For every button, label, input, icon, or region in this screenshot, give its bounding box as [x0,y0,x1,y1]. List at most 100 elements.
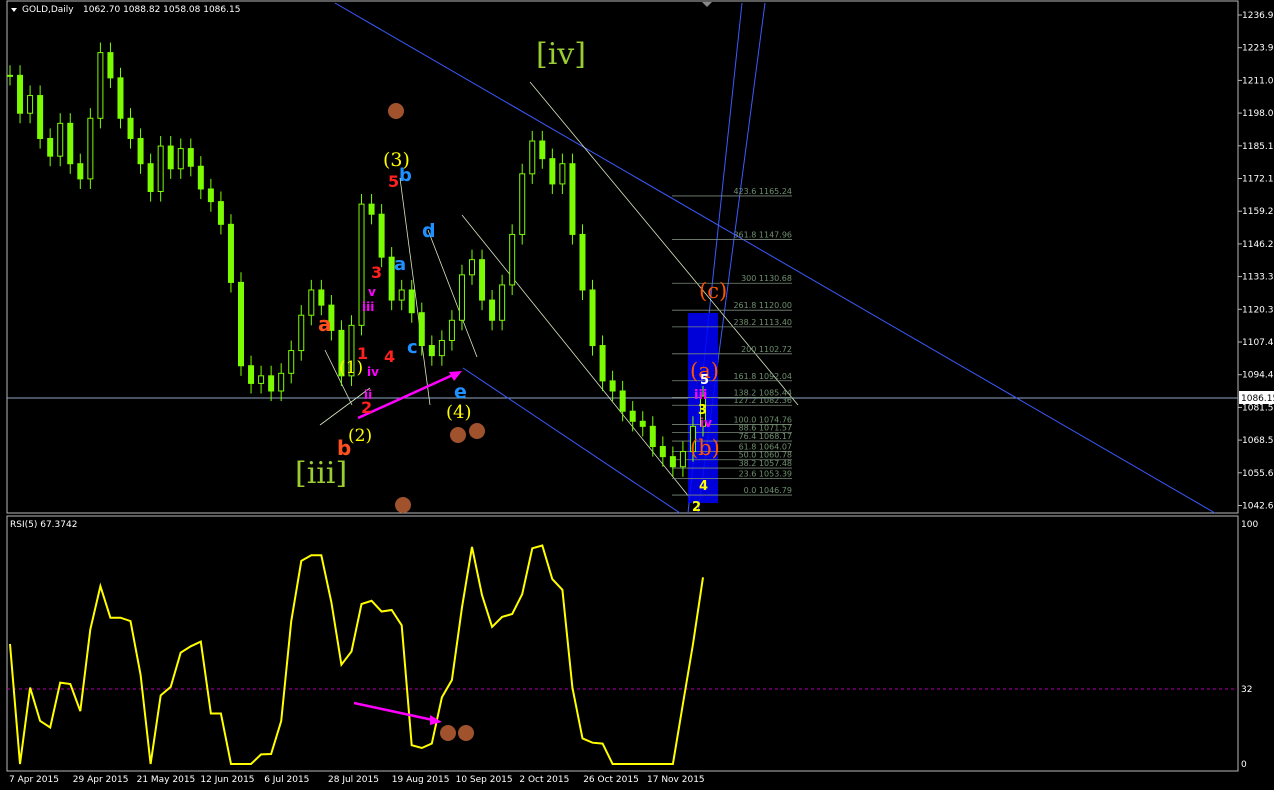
candle-body [428,345,435,357]
candle-body [659,446,666,458]
candle-body [519,173,526,235]
label-iii-magenta: iii [362,300,374,314]
label-a-blue: a [394,254,406,275]
rsi-axis-100: 100 [1241,520,1258,530]
label-iv-magenta: iv [367,365,379,379]
candle-body [579,233,586,291]
scroll-marker-icon[interactable] [702,2,712,7]
price-tick-label: 1133.30 [1242,273,1274,283]
date-tick-label: 12 Jun 2015 [200,775,254,785]
fib-level-label: 23.6 1053.39 [739,469,792,478]
label-a-red: a [318,312,332,336]
candle-body [448,319,455,341]
candle-body [549,158,556,185]
rsi-axis-32: 32 [1241,685,1252,695]
fib-level-label: 423.6 1165.24 [733,187,792,196]
fib-level-label: 261.8 1120.00 [733,301,792,310]
chart-canvas[interactable]: 1236.90 1223.95 1211.00 1198.05 1185.10 1172.… [0,0,1274,790]
price-tick-label: 1055.60 [1242,469,1274,479]
price-candles [7,42,706,477]
price-tick-label: 1159.20 [1242,207,1274,217]
price-axis: 1236.90 1223.95 1211.00 1198.05 1185.10 1172.… [1238,11,1274,512]
candle-body [227,223,234,283]
candle-body [298,314,305,352]
date-axis: 7 Apr 2015 29 Apr 2015 21 May 2015 12 Jun 2… [9,775,705,785]
label-2-small: 2 [692,500,701,515]
candle-body [469,259,475,276]
candle-body [127,117,134,139]
candle-body [569,163,576,235]
wave-label-b-paren: (b) [690,436,720,460]
candle-body [177,148,184,170]
candle-body [639,420,646,427]
candle-body [629,410,636,422]
price-tick-label: 1185.10 [1242,142,1274,152]
candle-body [458,274,465,321]
label-b-blue: b [399,165,412,186]
candle-body [408,289,415,314]
candle-body [37,95,44,139]
divergence-arrows [353,371,462,725]
fib-level-label: 38.2 1057.48 [739,459,792,468]
date-tick-label: 10 Sep 2015 [456,775,513,785]
candle-body [318,289,325,306]
label-1-red: 1 [357,344,368,363]
candle-body [509,233,516,286]
candle-body [248,365,255,384]
date-tick-label: 6 Jul 2015 [264,775,309,785]
candle-body [47,137,54,157]
price-tick-label: 1146.25 [1242,240,1274,250]
wave-label-c-paren: (c) [699,279,727,303]
rsi-label: RSI(5) 67.3742 [10,520,77,530]
label-5-small: 5 [700,373,709,388]
candle-body [268,375,275,392]
label-d-blue: d [422,220,436,242]
dropdown-icon[interactable] [11,8,17,12]
fib-level-label: 0.0 1046.79 [744,486,792,495]
price-tick-label: 1068.55 [1242,436,1274,446]
candle-body [137,137,144,165]
fib-level-label: 361.8 1147.96 [733,231,792,240]
candle-body [217,201,224,225]
candle-body [368,203,375,215]
date-tick-label: 17 Nov 2015 [647,775,705,785]
candle-body [499,284,506,321]
label-c-blue: c [407,337,418,358]
label-b-red: b [337,436,351,460]
candle-body [67,122,74,165]
candle-body [619,390,626,412]
candle-body [87,117,94,180]
price-tick-label: 1198.05 [1242,109,1274,119]
price-tick-label: 1081.50 [1242,403,1274,413]
candle-body [609,380,616,392]
candle-body [258,375,265,384]
candle-body [679,451,686,468]
price-tick-label: 1094.45 [1242,371,1274,381]
candle-body [438,339,445,357]
date-tick-label: 7 Apr 2015 [9,775,59,785]
candle-body [117,77,124,119]
wave-label-iii: [iii] [295,456,347,491]
wave-label-4: (4) [446,402,472,423]
wave-label-iv: [iv] [536,37,586,72]
candle-body [378,213,385,258]
fib-level-label: 200 1102.72 [741,345,792,354]
candle-body [17,74,24,114]
symbol-label: GOLD,Daily [22,5,74,15]
date-tick-label: 2 Oct 2015 [519,775,569,785]
label-e-blue: e [454,381,467,403]
candle-body [238,281,244,367]
date-tick-label: 29 Apr 2015 [73,775,129,785]
candle-body [197,165,204,190]
label-3-red: 3 [371,263,382,282]
fib-level-label: 300 1130.68 [741,274,792,283]
candle-body [418,312,425,347]
price-tick-label: 1236.90 [1242,11,1274,21]
fib-level-label: 127.2 1082.36 [733,396,792,405]
candle-body [187,148,194,167]
candle-body [77,163,84,180]
candle-body [167,145,174,170]
label-5-red: 5 [388,172,399,191]
candle-body [669,456,676,468]
candle-body [107,52,114,79]
